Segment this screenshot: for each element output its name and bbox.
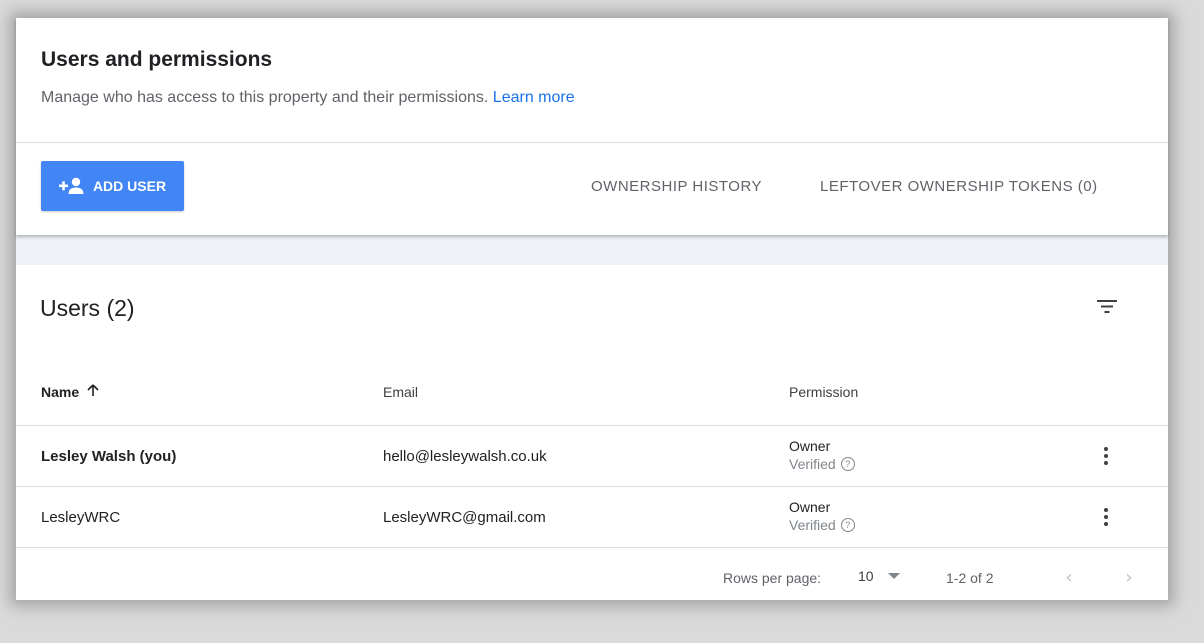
learn-more-link[interactable]: Learn more <box>493 89 575 106</box>
add-user-label: ADD USER <box>92 178 167 194</box>
column-header-email: Email <box>383 384 419 400</box>
subtitle-text: Manage who has access to this property a… <box>41 89 489 106</box>
user-permission: Owner Verified ? <box>789 438 855 473</box>
page-frame: Users and permissions Manage who has acc… <box>16 18 1168 600</box>
more-vert-icon-dot <box>1104 461 1108 465</box>
add-person-icon <box>58 177 85 195</box>
user-name: Lesley Walsh (you) <box>41 448 177 465</box>
permission-role: Owner <box>789 438 831 454</box>
user-permission: Owner Verified ? <box>789 499 855 534</box>
rows-per-page-value: 10 <box>858 568 874 584</box>
leftover-tokens-button[interactable]: LEFTOVER OWNERSHIP TOKENS (0) <box>820 178 1098 195</box>
pagination-range: 1-2 of 2 <box>946 570 994 586</box>
table-row: Lesley Walsh (you) hello@lesleywalsh.co.… <box>16 426 1168 487</box>
rows-per-page-select[interactable]: 10 <box>858 568 900 584</box>
row-more-button[interactable] <box>1094 503 1118 531</box>
pagination: Rows per page: 10 1-2 of 2 ‹ › <box>16 548 1168 608</box>
table-row: LesleyWRC LesleyWRC@gmail.com Owner Veri… <box>16 487 1168 548</box>
more-vert-icon-dot <box>1104 522 1108 526</box>
column-name-label: Name <box>41 384 80 400</box>
help-icon[interactable]: ? <box>840 457 855 471</box>
permission-status: Verified ? <box>789 516 855 534</box>
dropdown-caret-icon <box>887 573 900 579</box>
users-card: Users (2) Name Email Permission Lesley W… <box>16 265 1168 600</box>
header-divider <box>16 142 1168 143</box>
user-name: LesleyWRC <box>41 509 121 526</box>
chevron-right-icon[interactable]: › <box>1117 565 1141 589</box>
status-label: Verified <box>789 517 836 533</box>
permission-role: Owner <box>789 499 831 515</box>
status-label: Verified <box>789 456 836 472</box>
help-icon[interactable]: ? <box>840 518 855 532</box>
page-subtitle: Manage who has access to this property a… <box>41 89 575 107</box>
header-card: Users and permissions Manage who has acc… <box>16 18 1168 235</box>
user-email: LesleyWRC@gmail.com <box>383 509 546 526</box>
table-header-row: Name Email Permission <box>16 370 1168 426</box>
ownership-history-button[interactable]: OWNERSHIP HISTORY <box>591 178 762 195</box>
arrow-up-icon <box>87 384 99 400</box>
more-vert-icon-dot <box>1104 515 1108 519</box>
column-header-name[interactable]: Name <box>41 384 99 400</box>
filter-button[interactable] <box>1092 295 1122 319</box>
permission-status: Verified ? <box>789 455 855 473</box>
user-email: hello@lesleywalsh.co.uk <box>383 448 547 465</box>
add-user-button[interactable]: ADD USER <box>41 161 184 211</box>
more-vert-icon-dot <box>1104 454 1108 458</box>
users-title: Users (2) <box>40 295 135 321</box>
more-vert-icon-dot <box>1104 508 1108 512</box>
column-header-permission: Permission <box>789 384 859 400</box>
row-more-button[interactable] <box>1094 442 1118 470</box>
filter-icon <box>1096 299 1118 317</box>
section-separator-band <box>16 235 1168 265</box>
chevron-left-icon[interactable]: ‹ <box>1057 565 1081 589</box>
more-vert-icon-dot <box>1104 447 1108 451</box>
page-title: Users and permissions <box>41 48 273 71</box>
rows-per-page-label: Rows per page: <box>723 570 822 586</box>
